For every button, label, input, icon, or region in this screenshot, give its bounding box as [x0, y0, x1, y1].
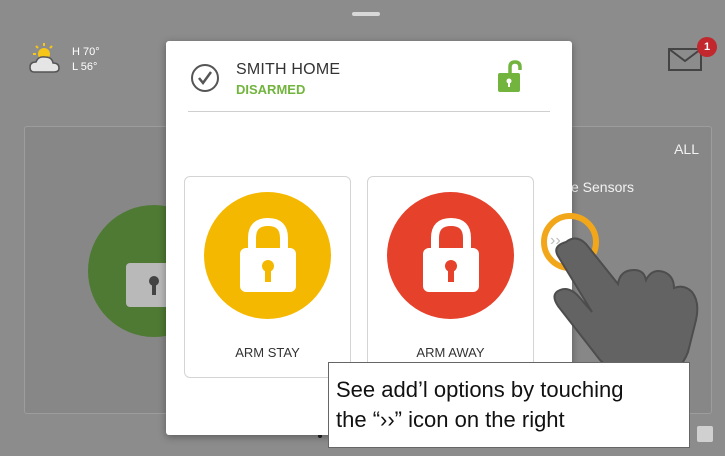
arm-away-label: ARM AWAY [416, 345, 485, 360]
arm-away-button[interactable]: ARM AWAY [367, 176, 534, 378]
lock-icon [423, 217, 479, 292]
system-name: SMITH HOME [236, 61, 341, 78]
pointing-hand-icon [553, 237, 699, 382]
add-icon[interactable] [697, 426, 713, 442]
caption-line-1: See add’l options by touching [336, 377, 624, 402]
arm-stay-label: ARM STAY [235, 345, 300, 360]
drag-handle[interactable] [352, 12, 380, 16]
weather-low: L 56° [72, 61, 98, 73]
unlocked-icon [498, 60, 522, 92]
caption-line-2: the “››” icon on the right [336, 407, 565, 432]
lock-icon [240, 217, 296, 292]
arm-stay-button[interactable]: ARM STAY [184, 176, 351, 378]
arm-stay-circle [204, 192, 331, 319]
system-status: DISARMED [236, 82, 306, 97]
weather-high: H 70° [72, 46, 100, 58]
notification-badge: 1 [697, 37, 717, 57]
sensors-label: e Sensors [571, 179, 635, 195]
filter-all[interactable]: ALL [674, 141, 699, 157]
partly-cloudy-icon [29, 43, 60, 73]
check-circle-icon [191, 64, 219, 92]
divider [188, 111, 550, 112]
tutorial-caption: See add’l options by touching the “››” i… [328, 362, 690, 448]
arm-away-circle [387, 192, 514, 319]
